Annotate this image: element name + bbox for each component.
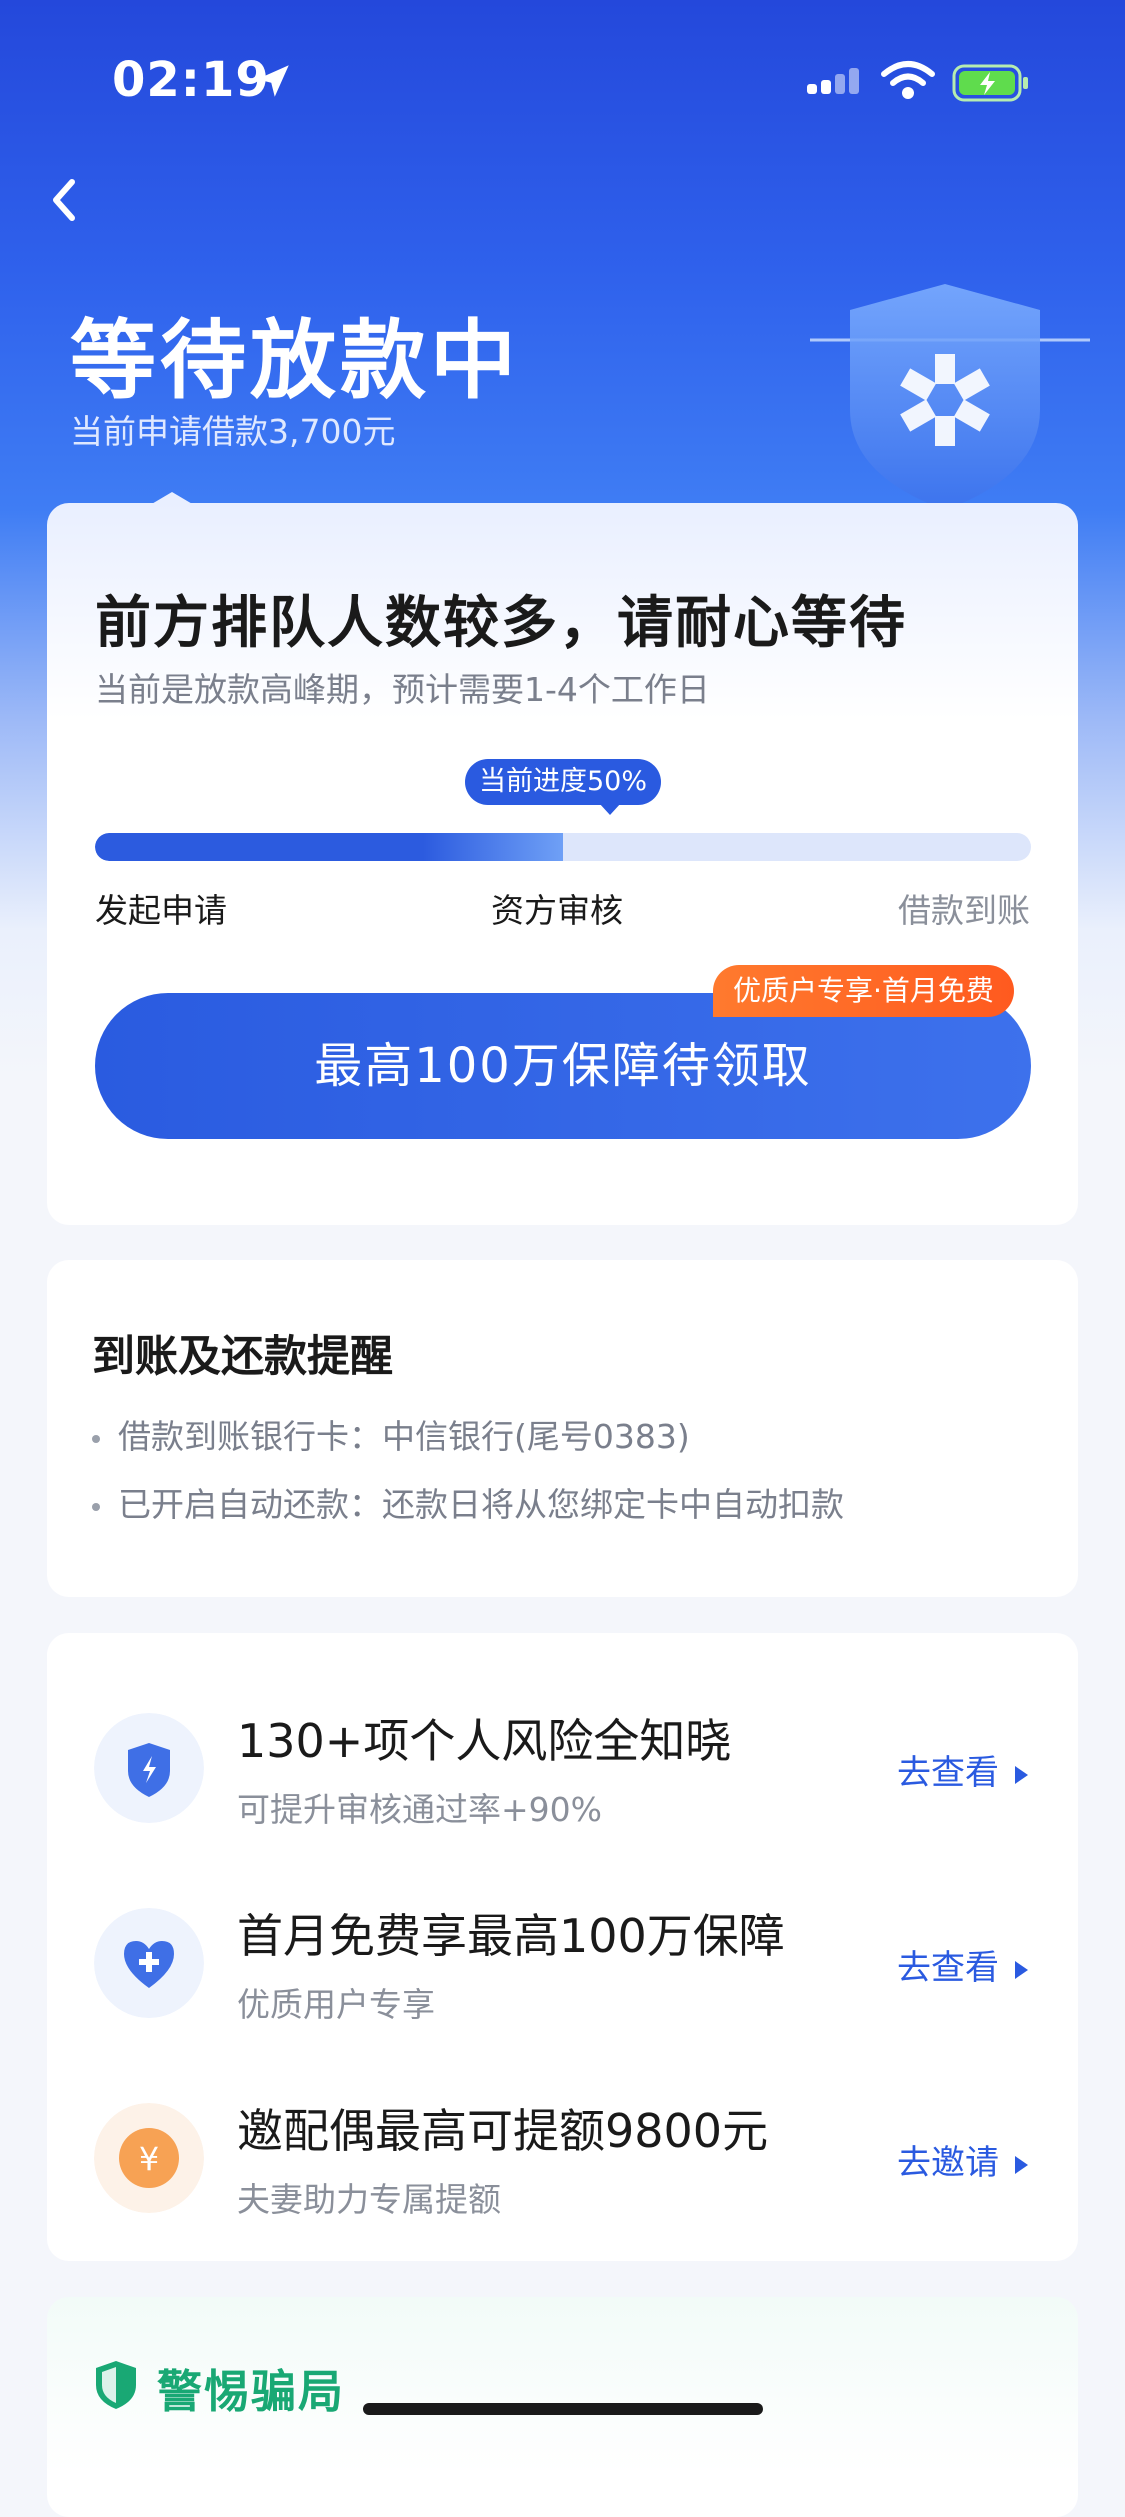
play-arrow-icon [1015, 1765, 1028, 1784]
bullet-dot [92, 1434, 100, 1443]
progress-badge-tip [599, 803, 621, 815]
play-arrow-icon [1015, 1960, 1028, 1979]
bank-card-line: 借款到账银行卡：中信银行(尾号0383) [92, 1410, 690, 1458]
queue-heading: 前方排队人数较多，请耐心等待 [95, 591, 907, 656]
shield-emblem-icon [810, 284, 1090, 510]
shield-bolt-icon [94, 1713, 204, 1823]
view-link[interactable]: 去查看 [897, 1745, 1028, 1794]
fraud-warning-heading: 警惕骗局 [157, 2365, 346, 2418]
queue-subheading: 当前是放款高峰期，预计需要1-4个工作日 [95, 670, 710, 709]
status-time: 02:19 [112, 52, 270, 108]
wifi-icon [881, 61, 935, 99]
offer-title: 首月免费享最高100万保障 [237, 1909, 785, 1963]
offer-title: 邀配偶最高可提额9800元 [237, 2104, 769, 2158]
reminder-card: 到账及还款提醒 借款到账银行卡：中信银行(尾号0383) 已开启自动还款：还款日… [47, 1260, 1078, 1597]
invite-link[interactable]: 去邀请 [897, 2135, 1028, 2184]
offers-card: 130+项个人风险全知晓 可提升审核通过率+90% 去查看 首月免费享最高100… [47, 1633, 1078, 2261]
yen-coin-icon: ¥ [94, 2103, 204, 2213]
bullet-dot [92, 1502, 100, 1511]
heart-plus-icon [94, 1908, 204, 2018]
offer-row-insurance[interactable]: 首月免费享最高100万保障 优质用户专享 去查看 [47, 1888, 1078, 2038]
offer-subtitle: 夫妻助力专属提额 [237, 2180, 501, 2219]
step-review: 资方审核 [491, 891, 623, 930]
auto-repay-text: 已开启自动还款：还款日将从您绑定卡中自动扣款 [118, 1485, 844, 1524]
invite-link-label: 去邀请 [897, 2143, 999, 2183]
loan-amount-text: 当前申请借款3,700元 [70, 412, 396, 451]
view-link-label: 去查看 [897, 1753, 999, 1793]
offer-row-invite-spouse[interactable]: ¥ 邀配偶最高可提额9800元 夫妻助力专属提额 去邀请 [47, 2083, 1078, 2233]
offer-subtitle: 可提升审核通过率+90% [237, 1790, 602, 1829]
back-chevron-icon[interactable] [40, 170, 90, 230]
premium-tag: 优质户专享·首月免费 [713, 965, 1014, 1017]
progress-card: 前方排队人数较多，请耐心等待 当前是放款高峰期，预计需要1-4个工作日 当前进度… [47, 503, 1078, 1225]
progress-bar [95, 833, 1031, 861]
shield-check-icon [96, 2361, 136, 2409]
progress-bar-fill [95, 833, 563, 861]
svg-text:¥: ¥ [139, 2140, 159, 2178]
offer-title: 130+项个人风险全知晓 [237, 1714, 732, 1768]
progress-badge: 当前进度50% [465, 759, 662, 805]
play-arrow-icon [1015, 2155, 1028, 2174]
cellular-signal-icon [807, 68, 859, 94]
location-arrow-icon [257, 65, 289, 97]
home-indicator [363, 2403, 763, 2415]
status-bar: 02:19 [0, 0, 1125, 160]
battery-charging-icon [952, 64, 1028, 102]
bank-card-text: 借款到账银行卡：中信银行(尾号0383) [118, 1417, 690, 1456]
auto-repay-line: 已开启自动还款：还款日将从您绑定卡中自动扣款 [92, 1478, 844, 1526]
page-title: 等待放款中 [70, 311, 520, 411]
step-disbursed: 借款到账 [898, 891, 1030, 930]
offer-row-risk-report[interactable]: 130+项个人风险全知晓 可提升审核通过率+90% 去查看 [47, 1693, 1078, 1843]
offer-subtitle: 优质用户专享 [237, 1985, 435, 2024]
step-apply: 发起申请 [95, 891, 227, 930]
view-link[interactable]: 去查看 [897, 1940, 1028, 1989]
view-link-label: 去查看 [897, 1948, 999, 1988]
reminder-heading: 到账及还款提醒 [92, 1332, 393, 1382]
